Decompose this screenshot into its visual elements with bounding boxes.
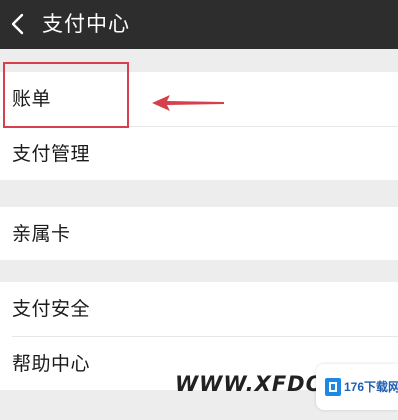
watermark-badge: 176下载网 bbox=[316, 364, 398, 410]
page-title: 支付中心 bbox=[42, 12, 130, 36]
menu-group-family-card: 亲属卡 bbox=[0, 207, 398, 260]
menu-item-family-card-label: 亲属卡 bbox=[12, 223, 71, 245]
chevron-left-icon[interactable] bbox=[8, 12, 30, 36]
annotation-arrow-icon bbox=[150, 92, 226, 114]
menu-item-help-center-label: 帮助中心 bbox=[12, 353, 91, 375]
menu-item-payment-management-label: 支付管理 bbox=[12, 143, 91, 165]
menu-item-payment-security-label: 支付安全 bbox=[12, 298, 91, 320]
title-bar: 支付中心 bbox=[0, 0, 398, 49]
menu-item-payment-management[interactable]: 支付管理 bbox=[0, 127, 398, 181]
download-site-logo-icon bbox=[324, 377, 342, 397]
menu-item-family-card[interactable]: 亲属卡 bbox=[0, 207, 398, 261]
menu-item-payment-security[interactable]: 支付安全 bbox=[0, 282, 398, 336]
watermark-badge-text: 176下载网 bbox=[344, 380, 398, 394]
annotation-highlight-box bbox=[3, 62, 129, 128]
